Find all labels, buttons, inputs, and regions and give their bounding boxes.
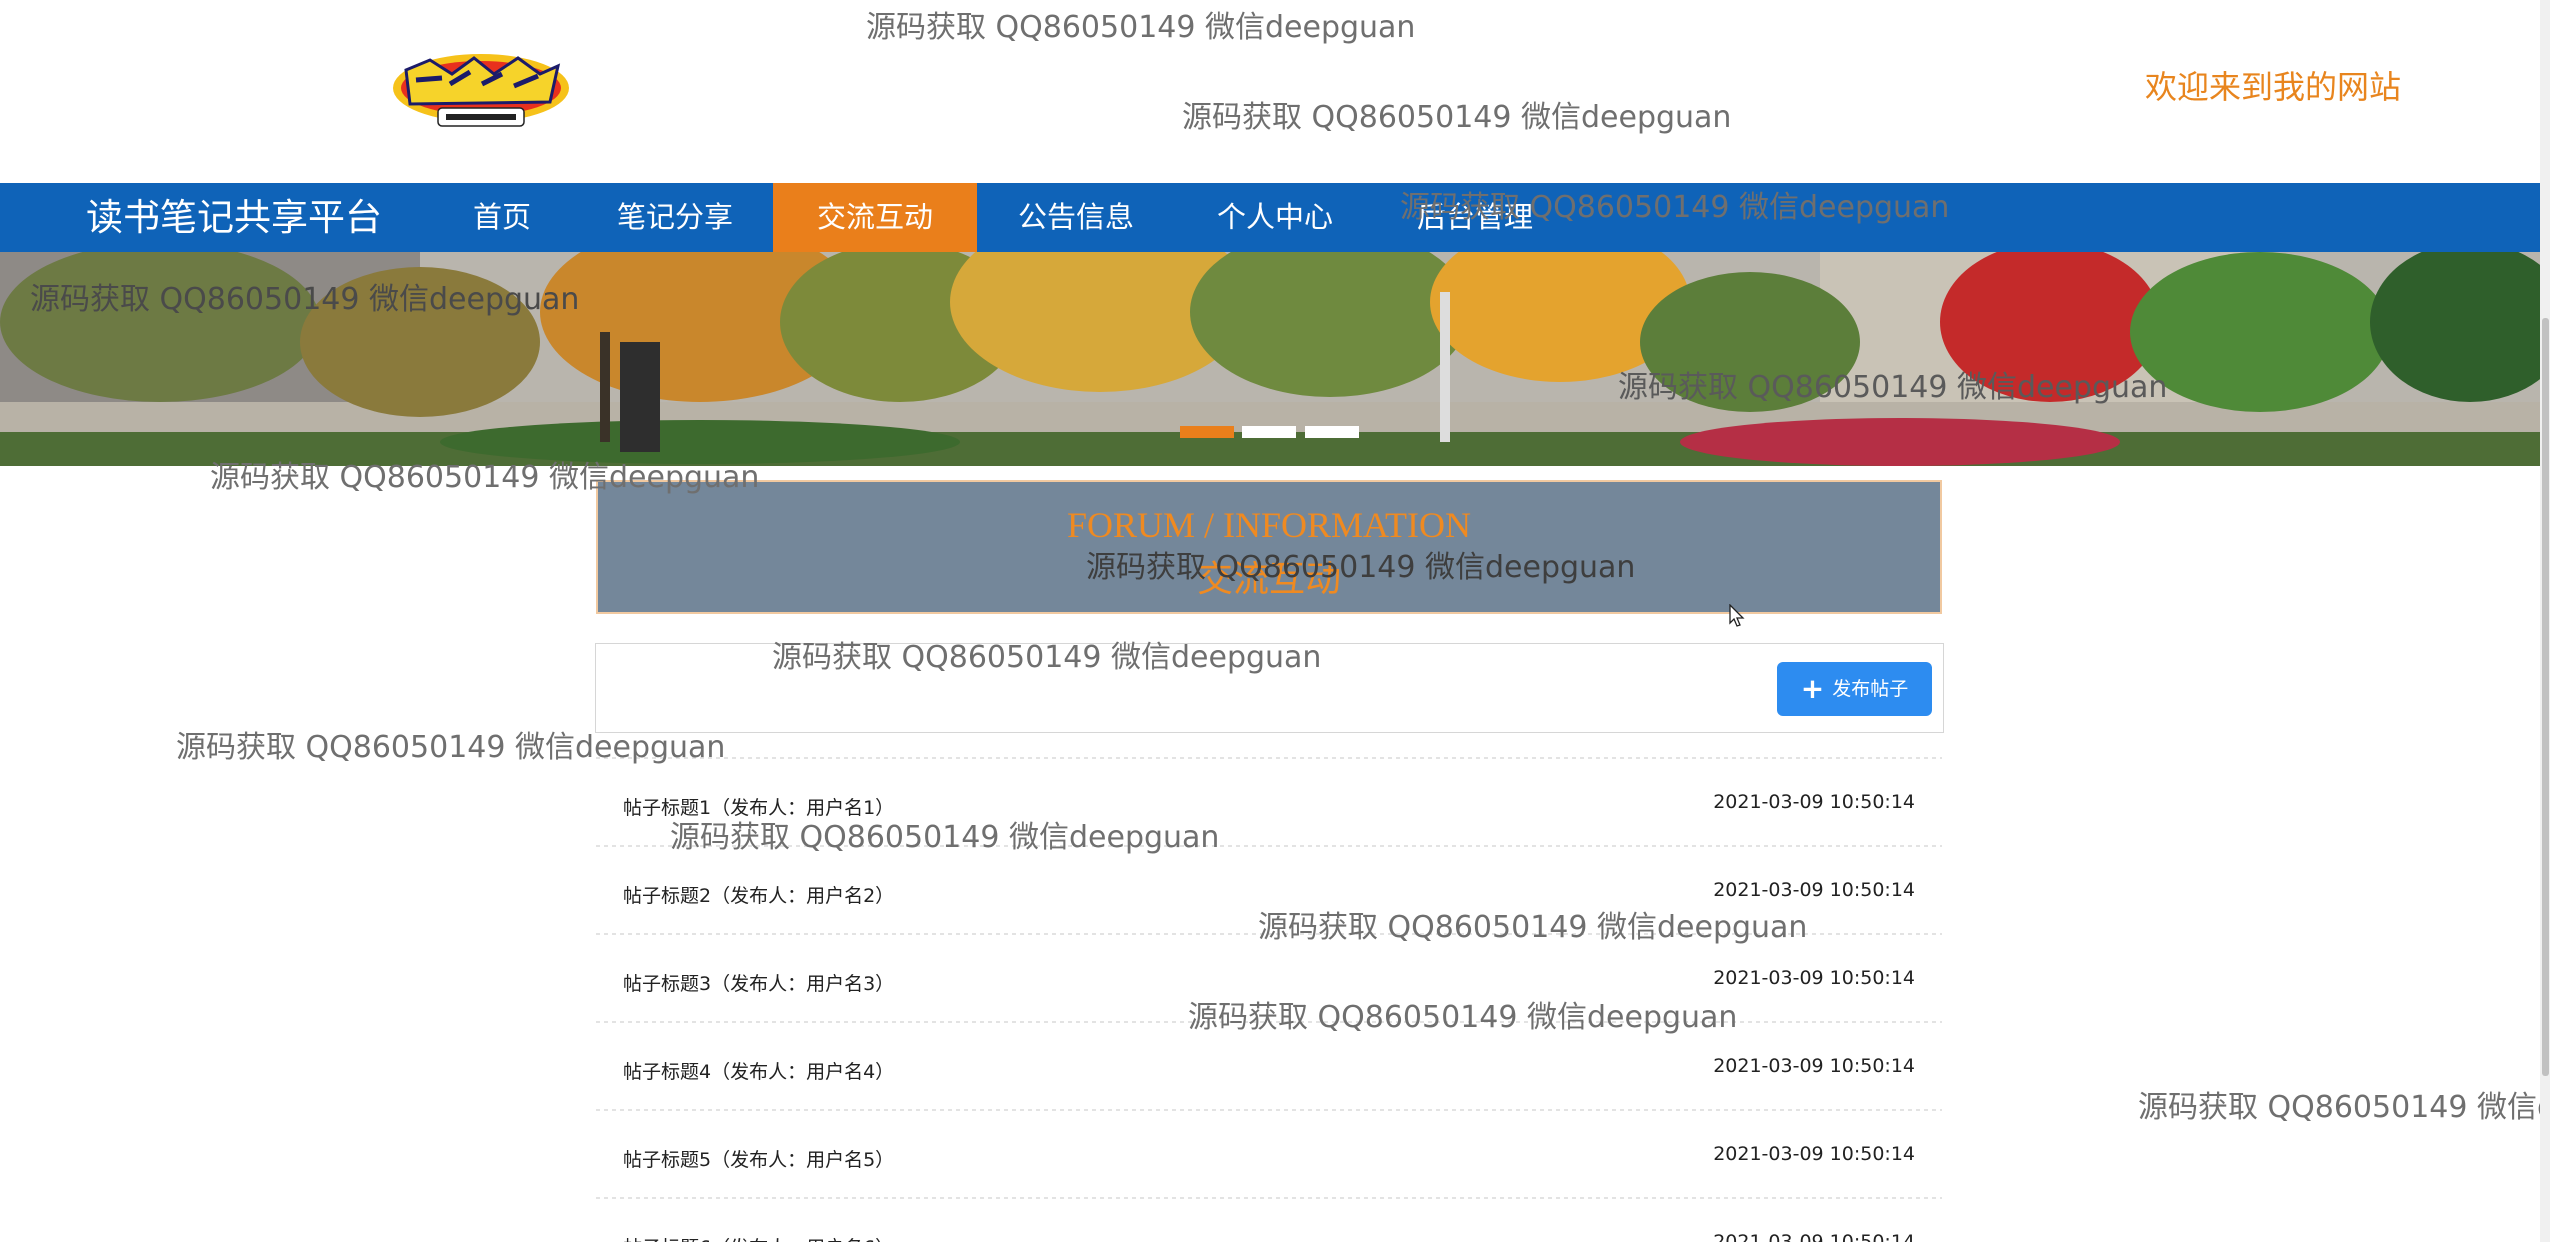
post-item[interactable]: 帖子标题6（发布人：用户名6） 2021-03-09 10:50:14 xyxy=(596,1205,1942,1242)
post-title[interactable]: 帖子标题3（发布人：用户名3） xyxy=(623,969,894,996)
post-item[interactable]: 帖子标题4（发布人：用户名4） 2021-03-09 10:50:14 xyxy=(596,1029,1942,1107)
watermark: 源码获取 QQ86050149 微信deepguan xyxy=(1618,370,2168,405)
post-time: 2021-03-09 10:50:14 xyxy=(1713,1055,1915,1077)
post-time: 2021-03-09 10:50:14 xyxy=(1713,879,1915,901)
carousel-dot-1[interactable] xyxy=(1180,426,1234,438)
plus-icon: + xyxy=(1800,672,1825,705)
mouse-cursor-icon xyxy=(1729,604,1745,627)
divider xyxy=(596,1107,1942,1117)
post-title[interactable]: 帖子标题5（发布人：用户名5） xyxy=(623,1145,894,1172)
page: 欢迎来到我的网站 读书笔记共享平台 首页 笔记分享 交流互动 公告信息 个人中心… xyxy=(0,0,2550,1242)
scrollbar-thumb[interactable] xyxy=(2542,318,2549,1076)
watermark: 源码获取 QQ86050149 微信deepguan xyxy=(1182,100,1732,135)
post-time: 2021-03-09 10:50:14 xyxy=(1713,1143,1915,1165)
post-title[interactable]: 帖子标题2（发布人：用户名2） xyxy=(623,881,894,908)
carousel-dot-3[interactable] xyxy=(1305,426,1359,438)
watermark: 源码获取 QQ86050149 微信deepguan xyxy=(1188,1000,1738,1035)
post-time: 2021-03-09 10:50:14 xyxy=(1713,1231,1915,1242)
post-title[interactable]: 帖子标题6（发布人：用户名6） xyxy=(623,1233,894,1242)
watermark: 源码获取 QQ86050149 微信deepguan xyxy=(30,282,580,317)
welcome-text: 欢迎来到我的网站 xyxy=(2145,68,2402,106)
watermark: 源码获取 QQ86050149 微信deepguan xyxy=(772,640,1322,675)
nav-item-personal-center[interactable]: 个人中心 xyxy=(1196,183,1354,252)
watermark: 源码获取 QQ86050149 微信deepguan xyxy=(1086,550,1636,585)
watermark: 源码获取 QQ86050149 微信deepguan xyxy=(176,730,726,765)
post-time: 2021-03-09 10:50:14 xyxy=(1713,967,1915,989)
publish-post-button[interactable]: + 发布帖子 xyxy=(1777,662,1932,716)
watermark: 源码获取 QQ86050149 微信deepguan xyxy=(670,820,1220,855)
site-title[interactable]: 读书笔记共享平台 xyxy=(86,183,382,252)
watermark: 源码获取 QQ86050149 微信deepguan xyxy=(1400,190,1950,225)
watermark: 源码获取 QQ86050149 微信deepguan xyxy=(1258,910,1808,945)
post-title[interactable]: 帖子标题4（发布人：用户名4） xyxy=(623,1057,894,1084)
carousel-dot-2[interactable] xyxy=(1242,426,1296,438)
section-title-en: FORUM / INFORMATION xyxy=(1066,505,1472,545)
watermark: 源码获取 QQ86050149 微信deepguan xyxy=(210,460,760,495)
nav-item-notes-share[interactable]: 笔记分享 xyxy=(600,183,750,252)
nav-item-home[interactable]: 首页 xyxy=(445,183,559,252)
post-time: 2021-03-09 10:50:14 xyxy=(1713,791,1915,813)
nav-item-announcements[interactable]: 公告信息 xyxy=(1000,183,1152,252)
post-item[interactable]: 帖子标题5（发布人：用户名5） 2021-03-09 10:50:14 xyxy=(596,1117,1942,1195)
divider xyxy=(596,755,1942,765)
nav-item-forum[interactable]: 交流互动 xyxy=(773,183,977,252)
divider xyxy=(596,1195,1942,1205)
watermark: 源码获取 QQ86050149 微信deepguan xyxy=(2138,1090,2550,1125)
site-logo[interactable] xyxy=(390,44,572,134)
main-navbar: 读书笔记共享平台 首页 笔记分享 交流互动 公告信息 个人中心 后台管理 xyxy=(0,183,2540,252)
watermark: 源码获取 QQ86050149 微信deepguan xyxy=(866,10,1416,45)
publish-post-label: 发布帖子 xyxy=(1832,678,1909,700)
